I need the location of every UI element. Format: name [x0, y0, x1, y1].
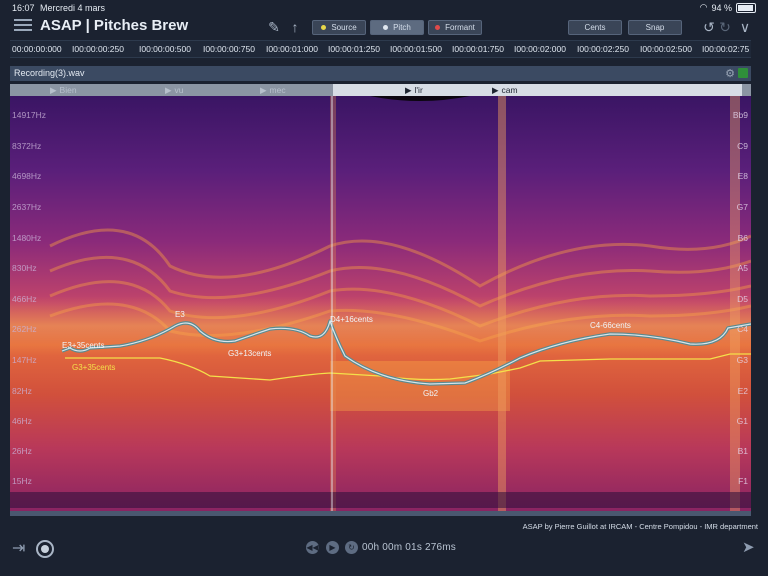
status-bar: 16:07 Mercredi 4 mars ◠ 94 % [0, 0, 768, 16]
gear-icon[interactable]: ⚙ [725, 67, 735, 80]
timeline-tick: I00:00:01:250 [328, 44, 380, 54]
note-label: B6 [737, 233, 748, 243]
segment-lir[interactable]: ▶ l'ir [333, 84, 477, 96]
toolbar: ASAP | Pitches Brew ✎ ↑ Source Pitch For… [0, 16, 768, 38]
battery-text: 94 % [711, 2, 732, 13]
freq-label: 262Hz [12, 324, 37, 334]
timeline-tick: I00:00:02:75 [702, 44, 750, 54]
clock: 16:07 [12, 3, 35, 13]
timeline-tick: I00:00:02:500 [640, 44, 692, 54]
freq-label: 147Hz [12, 355, 37, 365]
note-label: C4 [737, 324, 748, 334]
track-header[interactable]: Recording(3).wav ⚙ [10, 66, 751, 81]
freq-label: 830Hz [12, 263, 37, 273]
record-button[interactable] [36, 540, 54, 558]
cents-button[interactable]: Cents [568, 20, 622, 35]
note-label: G7 [736, 202, 748, 212]
snap-button[interactable]: Snap [628, 20, 682, 35]
timeline-tick: I00:00:01:750 [452, 44, 504, 54]
timeline-tick: I00:00:00:250 [72, 44, 124, 54]
note-label: B1 [737, 446, 748, 456]
play-icon: ▶ [260, 85, 267, 95]
chevron-down-icon[interactable]: ∨ [736, 18, 754, 36]
note-label: A5 [737, 263, 748, 273]
play-icon: ▶ [165, 85, 172, 95]
timeline-tick: I00:00:01:500 [390, 44, 442, 54]
pitch-note-label: D4+16cents [330, 315, 373, 324]
menu-icon[interactable] [14, 19, 32, 33]
pitch-dot-icon [383, 25, 389, 31]
freq-label: 14917Hz [12, 110, 47, 120]
segment-mec[interactable]: ▶ mec [260, 84, 330, 96]
note-label: D5 [737, 294, 748, 304]
note-label: E8 [737, 171, 748, 181]
transport-bar: ⇥ ◀◀ ▶ ↻ 00h 00m 01s 276ms ➤ [0, 534, 768, 576]
share-icon[interactable]: ➤ [742, 538, 755, 556]
segments-bar: ▶ Bien ▶ vu ▶ mec ▶ l'ir ▶ cam [10, 84, 751, 96]
segment-vu[interactable]: ▶ vu [165, 84, 255, 96]
rewind-button[interactable]: ◀◀ [306, 541, 319, 554]
play-icon: ▶ [492, 85, 499, 95]
note-label: Bb9 [732, 110, 748, 120]
source-dot-icon [321, 25, 327, 31]
freq-label: 8372Hz [12, 141, 42, 151]
play-icon: ▶ [50, 85, 57, 95]
freq-label: 1480Hz [12, 233, 42, 243]
play-icon: ▶ [405, 85, 412, 95]
play-button[interactable]: ▶ [326, 541, 339, 554]
freq-label: 46Hz [12, 416, 32, 426]
timecode: 00h 00m 01s 276ms [362, 542, 457, 553]
note-label: G1 [736, 416, 748, 426]
formant-dot-icon [435, 25, 441, 31]
battery-icon [736, 2, 756, 13]
horizontal-scrollbar[interactable] [10, 511, 751, 516]
pitch-note-label: Gb2 [423, 389, 439, 398]
freq-label: 2637Hz [12, 202, 42, 212]
freq-label: 4698Hz [12, 171, 42, 181]
formant-button[interactable]: Formant [428, 20, 482, 35]
pitch-note-label: C4-66cents [590, 321, 631, 330]
pitch-note-label: E3 [175, 310, 185, 319]
arrow-up-icon[interactable]: ↑ [286, 18, 304, 36]
timeline-tick: I00:00:00:500 [139, 44, 191, 54]
freq-label: 466Hz [12, 294, 37, 304]
timeline-tick: I00:00:02:250 [577, 44, 629, 54]
credits: ASAP by Pierre Guillot at IRCAM - Centre… [522, 522, 758, 531]
timeline-ruler[interactable]: 00:00:00:000 I00:00:00:250 I00:00:00:500… [10, 40, 751, 58]
app-title: ASAP | Pitches Brew [40, 17, 189, 34]
spectrogram-canvas [10, 96, 751, 511]
freq-label: 82Hz [12, 386, 32, 396]
timeline-tick: I00:00:01:000 [266, 44, 318, 54]
track-enable-toggle[interactable] [738, 68, 748, 78]
note-label: F1 [738, 476, 748, 486]
segment-bien[interactable]: ▶ Bien [50, 84, 150, 96]
pitch-note-label: G3+13cents [228, 349, 272, 358]
date: Mercredi 4 mars [40, 3, 106, 13]
redo-icon[interactable]: ↻ [716, 18, 734, 36]
wifi-icon: ◠ [699, 2, 708, 12]
pitch-note-label: E3+35cents [62, 341, 105, 350]
loop-button[interactable]: ↻ [345, 541, 358, 554]
note-label: C9 [737, 141, 748, 151]
track-name: Recording(3).wav [14, 68, 85, 78]
segment-cam[interactable]: ▶ cam [477, 84, 742, 96]
note-label: E2 [737, 386, 748, 396]
pitch-button[interactable]: Pitch [370, 20, 424, 35]
source-note-label: G3+35cents [72, 363, 116, 372]
freq-label: 26Hz [12, 446, 32, 456]
import-icon[interactable]: ⇥ [12, 538, 25, 558]
timeline-tick: I00:00:02:000 [514, 44, 566, 54]
freq-label: 15Hz [12, 476, 32, 486]
status-right: ◠ 94 % [700, 2, 756, 13]
source-button[interactable]: Source [312, 20, 366, 35]
timeline-tick: I00:00:00:750 [203, 44, 255, 54]
pencil-icon[interactable]: ✎ [265, 18, 283, 36]
spectrogram[interactable]: 14917Hz 8372Hz 4698Hz 2637Hz 1480Hz 830H… [10, 96, 751, 511]
timeline-tick: 00:00:00:000 [12, 44, 62, 54]
note-label: G3 [736, 355, 748, 365]
